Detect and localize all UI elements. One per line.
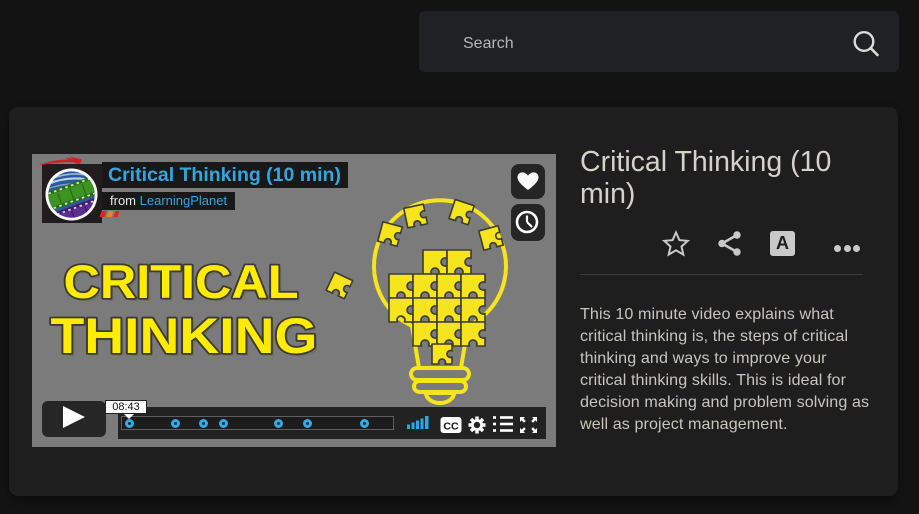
svg-text:THINKING: THINKING <box>51 308 318 364</box>
svg-text:CC: CC <box>443 421 459 433</box>
svg-text:CRITICAL: CRITICAL <box>64 255 299 308</box>
